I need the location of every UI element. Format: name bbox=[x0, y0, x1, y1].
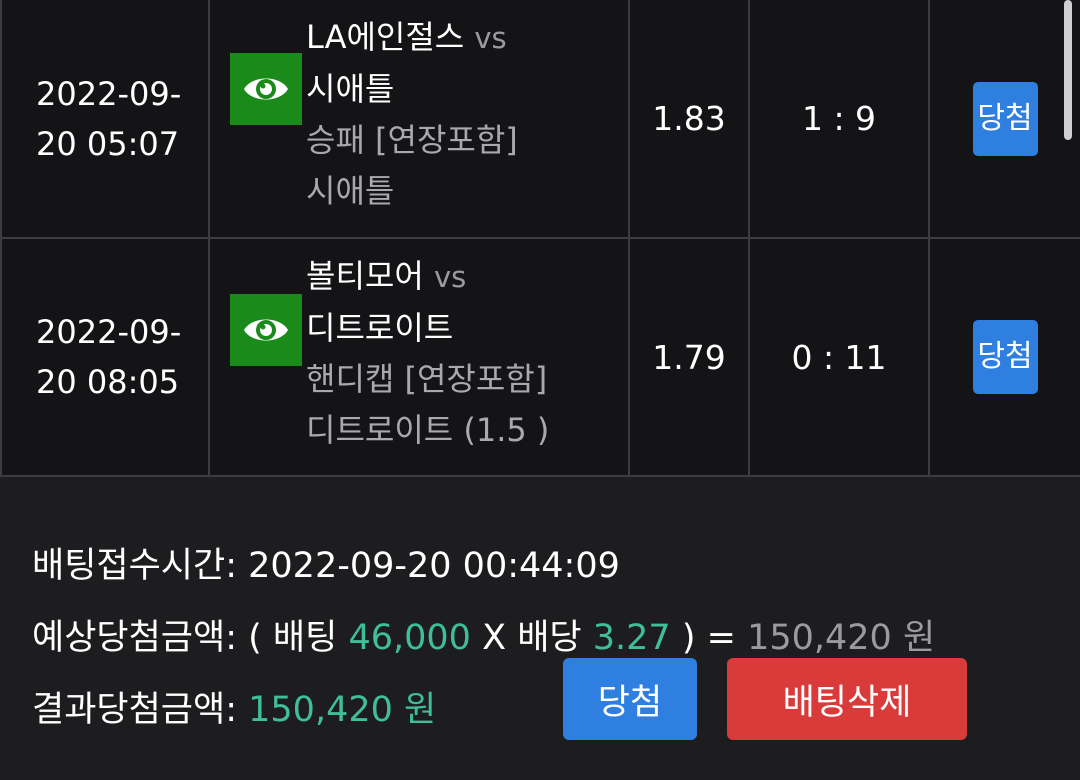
total-odds: 3.27 bbox=[592, 618, 671, 658]
result-cell: 당첨 bbox=[928, 0, 1080, 239]
table-row: 2022-09- 20 08:05 볼티모어 vs 디트로이트 핸디캡 [연장포… bbox=[0, 237, 1080, 477]
home-team: LA에인절스 bbox=[306, 18, 465, 56]
bet-pick: 시애틀 bbox=[306, 172, 395, 210]
match-info-cell: 볼티모어 vs 디트로이트 핸디캡 [연장포함] 디트로이트 (1.5 ) bbox=[208, 237, 630, 477]
bet-amount: 46,000 bbox=[348, 618, 471, 658]
win-button[interactable]: 당첨 bbox=[563, 658, 697, 740]
match-date: 2022-09- bbox=[36, 74, 182, 113]
bet-table-container: 2022-09- 20 05:07 LA에인절스 vs 시애틀 승패 [연장포함… bbox=[0, 0, 1080, 477]
bet-pick: 디트로이트 (1.5 ) bbox=[306, 411, 550, 449]
bet-time-value: 2022-09-20 00:44:09 bbox=[248, 546, 620, 586]
result-badge: 당첨 bbox=[972, 81, 1038, 156]
match-time-cell: 2022-09- 20 05:07 bbox=[0, 0, 210, 239]
match-time: 20 05:07 bbox=[36, 124, 180, 163]
result-label: 결과당첨금액: bbox=[32, 690, 237, 730]
match-time-cell: 2022-09- 20 08:05 bbox=[0, 237, 210, 477]
result-cell: 당첨 bbox=[928, 237, 1080, 477]
scrollbar[interactable] bbox=[1064, 0, 1072, 140]
vs-label: vs bbox=[433, 260, 467, 294]
expected-amount: 150,420 원 bbox=[747, 618, 936, 658]
bet-time-label: 배팅접수시간: bbox=[32, 546, 237, 586]
final-score: 0 : 11 bbox=[748, 237, 930, 477]
market-type: 승패 [연장포함] bbox=[306, 121, 518, 159]
final-score: 1 : 9 bbox=[748, 0, 930, 239]
eye-icon[interactable] bbox=[230, 53, 302, 125]
delete-bet-button[interactable]: 배팅삭제 bbox=[727, 658, 967, 740]
table-row: 2022-09- 20 05:07 LA에인절스 vs 시애틀 승패 [연장포함… bbox=[0, 0, 1080, 239]
odds-label: 배당 bbox=[517, 618, 582, 658]
expected-label: 예상당첨금액: bbox=[32, 618, 237, 658]
bet-time-row: 배팅접수시간: 2022-09-20 00:44:09 bbox=[32, 530, 935, 602]
eye-icon[interactable] bbox=[230, 294, 302, 366]
expected-open: ( 배팅 bbox=[248, 618, 338, 658]
away-team: 디트로이트 bbox=[306, 309, 454, 347]
away-team: 시애틀 bbox=[306, 70, 395, 108]
vs-label: vs bbox=[474, 21, 507, 55]
home-team: 볼티모어 bbox=[306, 257, 424, 295]
result-badge: 당첨 bbox=[972, 320, 1038, 394]
times-sign: X bbox=[482, 618, 507, 658]
odds-value: 1.79 bbox=[628, 237, 750, 477]
market-type: 핸디캡 [연장포함] bbox=[306, 360, 548, 398]
odds-value: 1.83 bbox=[628, 0, 750, 239]
result-amount: 150,420 원 bbox=[248, 690, 437, 730]
bet-history-table: 2022-09- 20 05:07 LA에인절스 vs 시애틀 승패 [연장포함… bbox=[0, 0, 1080, 477]
expected-close: ) = bbox=[681, 618, 736, 658]
match-info-cell: LA에인절스 vs 시애틀 승패 [연장포함] 시애틀 bbox=[208, 0, 630, 239]
match-time: 20 08:05 bbox=[36, 363, 180, 401]
match-date: 2022-09- bbox=[36, 313, 182, 351]
